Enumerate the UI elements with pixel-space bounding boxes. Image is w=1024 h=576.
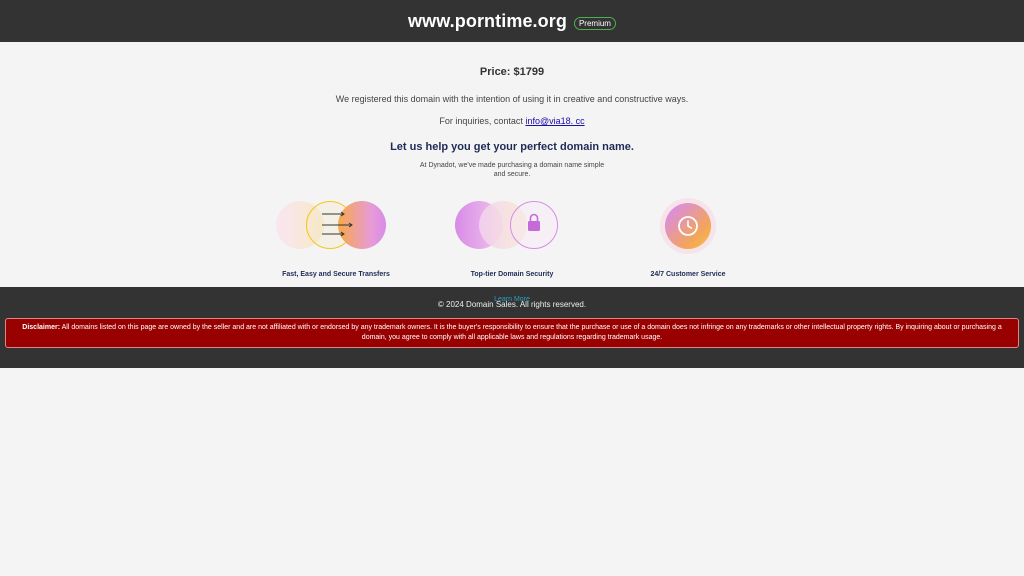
feature-label-support: 24/7 Customer Service — [650, 271, 726, 278]
feature-label-security: Top-tier Domain Security — [470, 271, 554, 278]
disclaimer-text: All domains listed on this page are owne… — [60, 324, 1002, 341]
feature-label-transfers: Fast, Easy and Secure Transfers — [282, 271, 390, 278]
contact-prefix: For inquiries, contact — [439, 116, 526, 126]
features-row: Fast, Easy and Secure Transfers Top-tier… — [0, 198, 1024, 278]
intent-text: We registered this domain with the inten… — [335, 94, 689, 104]
lock-icon — [452, 201, 572, 253]
contact-email-link[interactable]: info@via18. cc — [525, 116, 584, 126]
disclaimer-box: Disclaimer: All domains listed on this p… — [5, 318, 1019, 348]
premium-badge: Premium — [573, 16, 616, 30]
headline: Let us help you get your perfect domain … — [390, 141, 634, 153]
feature-security: Top-tier Domain Security — [452, 201, 572, 278]
transfer-arrows-svg — [322, 211, 353, 237]
copyright-text: © 2024 Domain Sales. All rights reserved… — [437, 300, 587, 309]
site-title: www.porntime.org — [408, 10, 567, 31]
site-footer: © 2024 Domain Sales. All rights reserved… — [0, 287, 1024, 368]
clock-svg — [678, 216, 698, 236]
feature-transfers: Fast, Easy and Secure Transfers — [276, 201, 396, 278]
arrows-transfer-icon — [276, 201, 396, 253]
disclaimer-label: Disclaimer: — [22, 324, 61, 331]
feature-support: 24/7 Customer Service — [628, 198, 748, 278]
price-label: Price: $1799 — [479, 66, 545, 78]
main-content: Price: $1799 We registered this domain w… — [0, 42, 1024, 303]
subtext: At Dynadot, we've made purchasing a doma… — [419, 162, 605, 178]
clock-icon — [628, 198, 748, 254]
site-header: www.porntime.org Premium — [0, 0, 1024, 42]
contact-line: For inquiries, contact info@via18. cc — [0, 116, 1024, 126]
lock-svg — [528, 213, 540, 231]
